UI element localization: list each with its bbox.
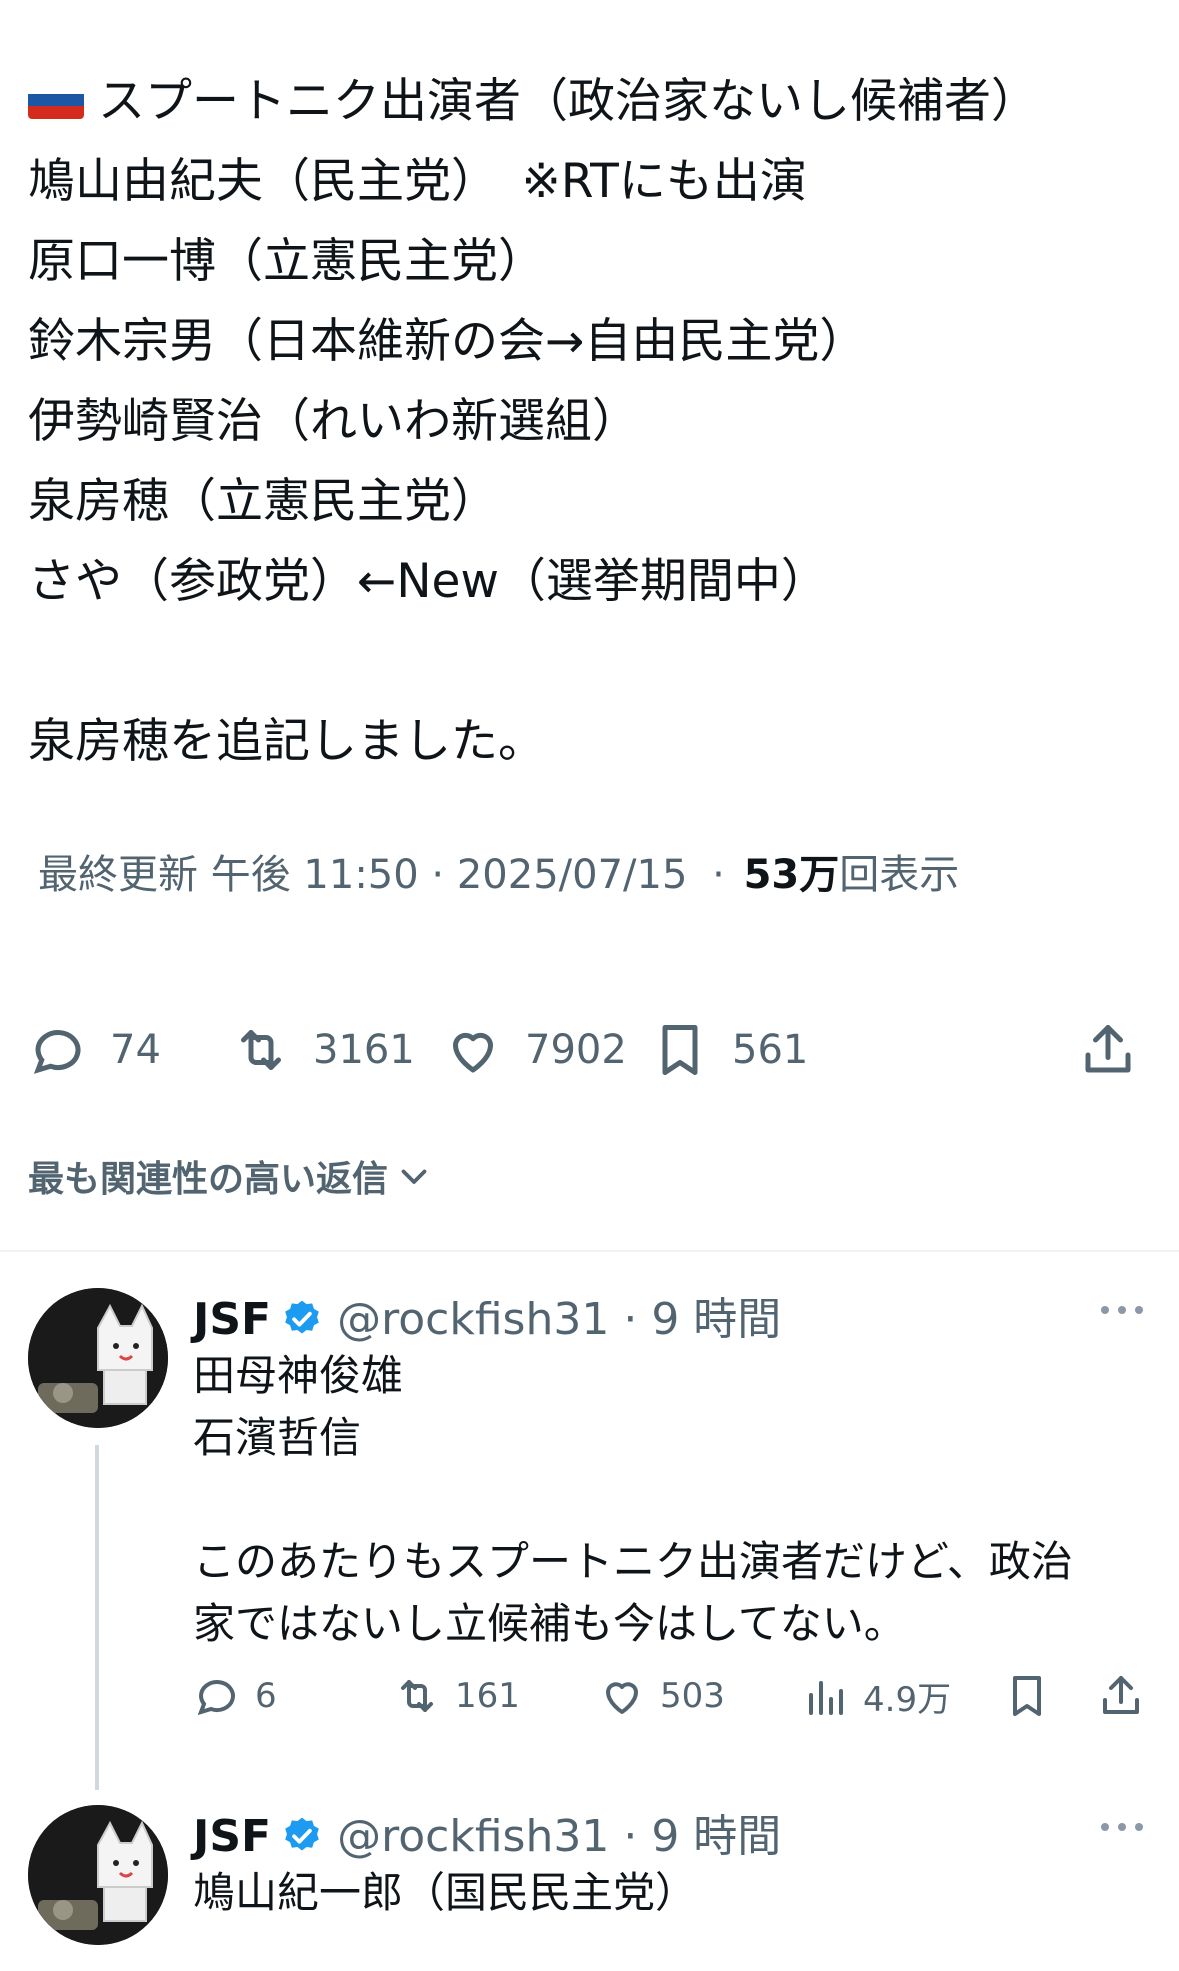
reply-author[interactable]: JSF @rockfish31 · 9 時間 xyxy=(193,1800,781,1864)
cat-character-avatar-icon xyxy=(28,1288,168,1428)
reply-text-line: 田母神俊雄 xyxy=(193,1351,404,1400)
post-line: スプートニク出演者（政治家ないし候補者） xyxy=(28,62,1148,142)
reply-text-line: 石濱哲信 xyxy=(193,1413,362,1462)
divider xyxy=(0,1250,1179,1252)
post-line: 原口一博（立憲民主党） xyxy=(28,234,545,289)
post-line: 鳩山由紀夫（民主党） ※RTにも出演 xyxy=(28,154,807,209)
avatar[interactable] xyxy=(28,1288,168,1428)
reply-count: 74 xyxy=(110,1027,161,1073)
reply-text-line: このあたりもスプートニク出演者だけど、政治 xyxy=(193,1537,1073,1586)
reply-text-line: 鳩山紀一郎（国民民主党） xyxy=(193,1868,698,1917)
repost-count: 161 xyxy=(455,1676,520,1716)
post-action-bar: 74 3161 7902 561 xyxy=(28,1020,1148,1090)
view-count: 4.9万 xyxy=(863,1680,952,1720)
views-button[interactable]: 4.9万 xyxy=(801,1672,951,1721)
author-name: JSF xyxy=(193,1294,272,1345)
reply-sort-label: 最も関連性の高い返信 xyxy=(28,1159,389,1200)
post-meta: 最終更新 午後 11:50 · 2025/07/15 · 53万回表示 xyxy=(38,842,959,900)
post-line: 鈴木宗男（日本維新の会→自由民主党） xyxy=(28,314,867,369)
post-timestamp[interactable]: 最終更新 午後 11:50 · 2025/07/15 xyxy=(38,852,687,898)
bookmark-button[interactable]: 561 xyxy=(650,1020,808,1080)
post-line: 泉房穂（立憲民主党） xyxy=(28,474,498,529)
bookmark-icon xyxy=(662,1025,698,1075)
bookmark-icon xyxy=(1013,1676,1041,1716)
heart-icon xyxy=(453,1032,493,1073)
chevron-down-icon xyxy=(401,1169,427,1184)
thread-connector xyxy=(95,1445,99,1790)
bookmark-count: 561 xyxy=(732,1027,809,1073)
reply-icon xyxy=(197,1680,235,1716)
heart-icon xyxy=(606,1682,638,1714)
post-body: スプートニク出演者（政治家ないし候補者） 鳩山由紀夫（民主党） ※RTにも出演 … xyxy=(28,62,1148,782)
reply-text-line: 家ではないし立候補も今はしてない。 xyxy=(193,1599,906,1648)
repost-button[interactable]: 3161 xyxy=(231,1020,415,1080)
meta-separator: · xyxy=(712,852,725,898)
post-line: さや（参政党）←New（選挙期間中） xyxy=(28,554,828,609)
repost-icon xyxy=(241,1030,281,1070)
verified-badge-icon xyxy=(285,1817,319,1851)
like-count: 7902 xyxy=(525,1027,627,1073)
reply-button[interactable]: 6 xyxy=(193,1672,277,1720)
author-handle: @rockfish31 · 9 時間 xyxy=(337,1811,782,1862)
reply-icon xyxy=(33,1030,81,1074)
repost-icon xyxy=(401,1680,433,1712)
like-button[interactable]: 7902 xyxy=(443,1020,627,1080)
author-handle: @rockfish31 · 9 時間 xyxy=(337,1294,782,1345)
reply-text: 鳩山紀一郎（国民民主党） xyxy=(193,1862,1153,1924)
cat-character-avatar-icon xyxy=(28,1805,168,1945)
bookmark-button[interactable] xyxy=(1003,1672,1065,1720)
view-count-label: 回表示 xyxy=(839,852,960,898)
author-name: JSF xyxy=(193,1811,272,1862)
post-line: 泉房穂を追記しました。 xyxy=(28,714,545,769)
reply-action-bar: 6 161 503 4.9万 xyxy=(193,1672,1153,1732)
post-line-text: スプートニク出演者（政治家ないし候補者） xyxy=(98,74,1038,129)
analytics-icon xyxy=(809,1680,843,1715)
like-button[interactable]: 503 xyxy=(598,1672,725,1720)
view-count[interactable]: 53万 xyxy=(744,852,840,898)
share-icon xyxy=(1103,1676,1139,1714)
russia-flag-icon xyxy=(28,81,84,119)
repost-count: 3161 xyxy=(313,1027,415,1073)
reply-sort-selector[interactable]: 最も関連性の高い返信 xyxy=(28,1150,432,1202)
share-icon xyxy=(1085,1025,1131,1073)
reply-text: 田母神俊雄 石濱哲信 このあたりもスプートニク出演者だけど、政治 家ではないし立… xyxy=(193,1345,1153,1655)
verified-badge-icon xyxy=(285,1300,319,1334)
post-line: 伊勢崎賢治（れいわ新選組） xyxy=(28,394,639,449)
share-button[interactable] xyxy=(1078,1020,1160,1080)
more-options-icon[interactable] xyxy=(1097,1817,1147,1837)
like-count: 503 xyxy=(660,1676,725,1716)
repost-button[interactable]: 161 xyxy=(393,1672,520,1720)
avatar[interactable] xyxy=(28,1805,168,1945)
reply-button[interactable]: 74 xyxy=(28,1020,161,1080)
reply-count: 6 xyxy=(255,1676,277,1716)
reply-author[interactable]: JSF @rockfish31 · 9 時間 xyxy=(193,1283,781,1347)
more-options-icon[interactable] xyxy=(1097,1300,1147,1320)
share-button[interactable] xyxy=(1097,1672,1159,1720)
